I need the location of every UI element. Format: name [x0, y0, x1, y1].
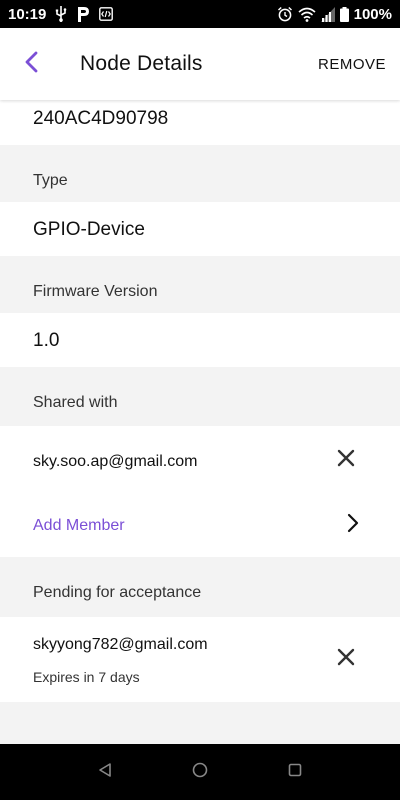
triangle-back-icon [97, 762, 113, 783]
battery-icon [339, 6, 349, 22]
square-recents-icon [288, 763, 302, 782]
cancel-invite-button[interactable] [331, 644, 361, 674]
circle-home-icon [192, 762, 208, 783]
system-nav-bar [0, 744, 400, 800]
add-member-button[interactable]: Add Member [33, 517, 125, 535]
shared-with-label: Shared with [33, 394, 118, 411]
shared-members-section: sky.soo.ap@gmail.com Add Member [0, 426, 400, 557]
nav-back-button[interactable] [85, 752, 125, 792]
type-row: GPIO-Device [0, 202, 400, 256]
pending-email: skyyong782@gmail.com [33, 636, 208, 653]
app-bar: Node Details REMOVE [0, 28, 400, 100]
back-arrow-icon [23, 51, 41, 78]
nav-home-button[interactable] [180, 752, 220, 792]
pending-expiry: Expires in 7 days [33, 669, 140, 685]
status-bar: 10:19 100% [0, 0, 400, 28]
firmware-label: Firmware Version [33, 283, 158, 300]
add-member-chevron[interactable] [338, 510, 368, 540]
nav-recents-button[interactable] [275, 752, 315, 792]
page-title: Node Details [80, 52, 203, 75]
shared-member-email: sky.soo.ap@gmail.com [33, 453, 198, 470]
node-id-value: 240AC4D90798 [33, 108, 169, 129]
signal-icon [320, 6, 335, 22]
alarm-icon [277, 6, 293, 22]
clock: 10:19 [8, 5, 47, 23]
type-label: Type [33, 172, 68, 189]
remove-button[interactable]: REMOVE [318, 56, 386, 73]
code-icon [99, 7, 114, 21]
type-value: GPIO-Device [33, 219, 145, 240]
parking-icon [76, 6, 90, 22]
wifi-icon [298, 7, 316, 22]
back-button[interactable] [0, 28, 64, 100]
node-details-list[interactable]: 240AC4D90798 Type GPIO-Device Firmware V… [0, 100, 400, 744]
close-icon [337, 449, 355, 472]
firmware-value: 1.0 [33, 330, 60, 351]
chevron-right-icon [347, 513, 359, 538]
battery-level: 100% [353, 5, 392, 23]
remove-member-button[interactable] [331, 445, 361, 475]
node-id-row: 240AC4D90798 [0, 100, 400, 145]
pending-label: Pending for acceptance [33, 584, 202, 601]
close-icon [337, 648, 355, 671]
firmware-row: 1.0 [0, 313, 400, 367]
pending-item: skyyong782@gmail.com Expires in 7 days [0, 617, 400, 702]
usb-icon [55, 6, 67, 22]
